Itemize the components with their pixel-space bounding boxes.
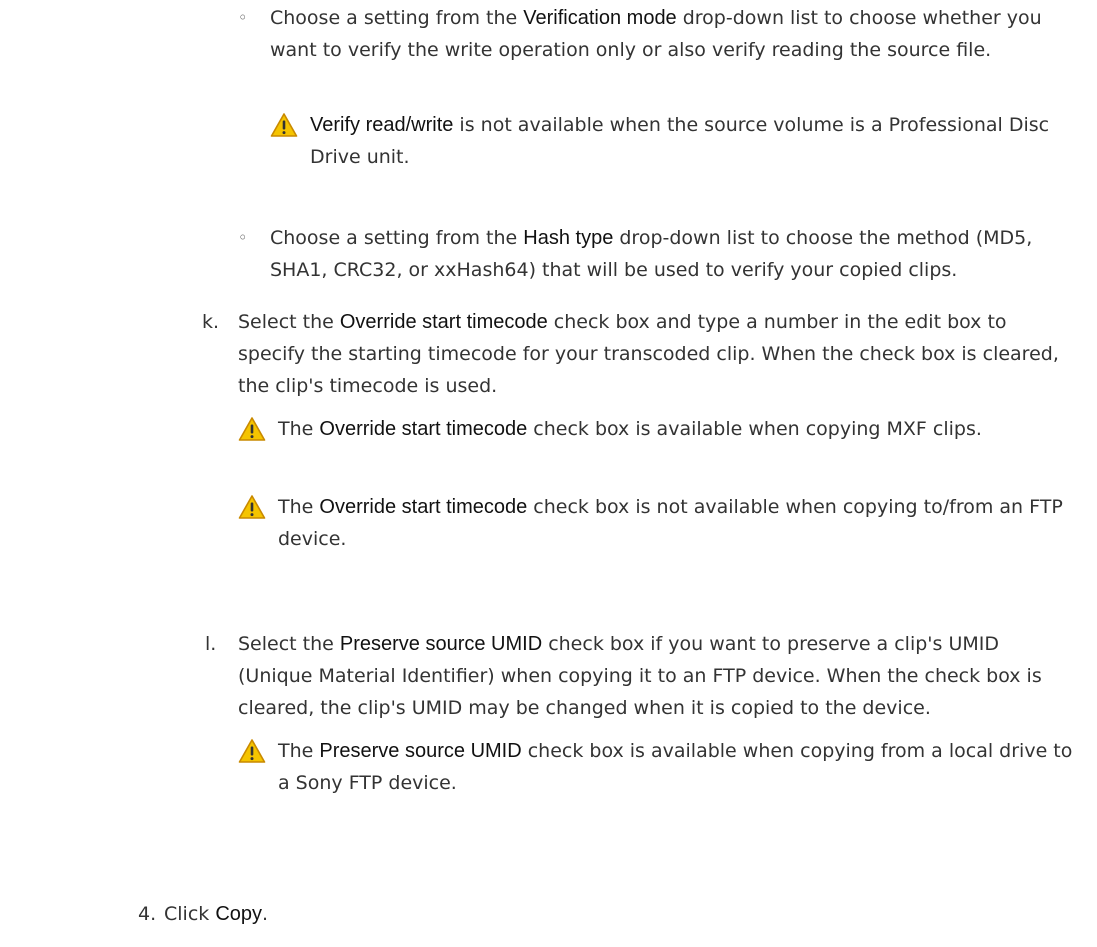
verification-note: Verify read/write is not available when … [310,114,1050,168]
copy-button-label: Copy [215,903,263,925]
preserve-source-umid-label: Preserve source UMID [339,633,543,655]
list-marker-4: 4. [138,903,157,925]
warning-icon [238,494,266,520]
verify-read-write-label: Verify read/write [310,114,454,136]
override-start-timecode-label: Override start timecode [319,496,528,518]
warning-icon [238,416,266,442]
preserve-umid-paragraph: Select the Preserve source UMID check bo… [238,633,1042,719]
hash-type-label: Hash type [523,227,614,249]
preserve-source-umid-label: Preserve source UMID [319,740,522,762]
sub-bullet-marker: ◦ [238,8,248,27]
step-4-paragraph: Click Copy. [164,903,269,925]
verification-mode-label: Verification mode [523,7,677,29]
sub-bullet-marker: ◦ [238,228,248,247]
list-marker-k: k. [202,311,220,333]
override-start-timecode-label: Override start timecode [339,311,548,333]
warning-icon [238,738,266,764]
preserve-umid-note: The Preserve source UMID check box is av… [278,740,1073,794]
warning-icon [270,112,298,138]
override-start-timecode-label: Override start timecode [319,418,528,440]
list-marker-l: l. [205,633,217,655]
override-note-2: The Override start timecode check box is… [278,496,1063,550]
override-note-1: The Override start timecode check box is… [278,418,982,440]
hash-type-paragraph: Choose a setting from the Hash type drop… [270,227,1033,281]
verification-mode-paragraph: Choose a setting from the Verification m… [270,7,1042,61]
override-timecode-paragraph: Select the Override start timecode check… [238,311,1059,397]
